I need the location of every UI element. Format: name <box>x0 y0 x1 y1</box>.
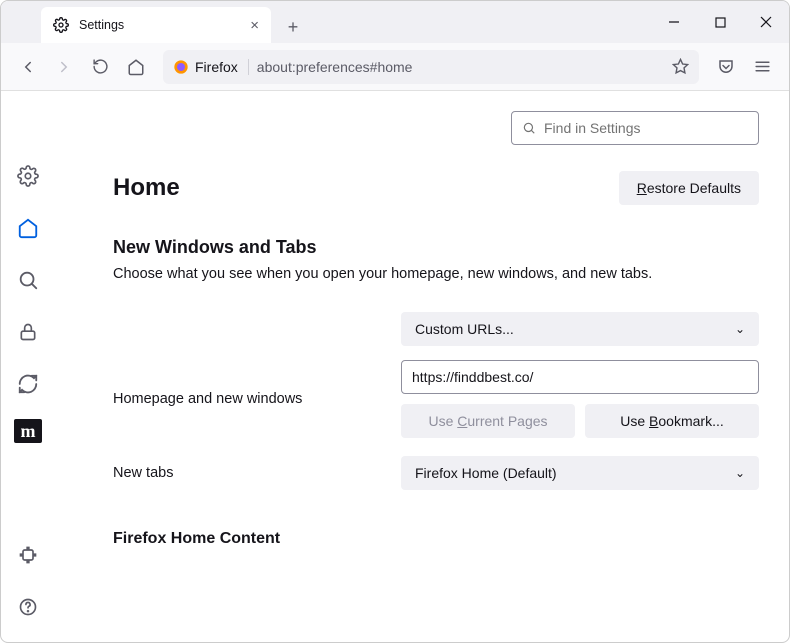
page-title: Home <box>113 174 180 202</box>
firefox-home-content-heading: Firefox Home Content <box>113 530 759 548</box>
homepage-url-input[interactable] <box>401 360 759 394</box>
minimize-button[interactable] <box>651 1 697 43</box>
new-tab-button[interactable]: + <box>277 11 309 43</box>
newtabs-label: New tabs <box>113 465 401 481</box>
sidebar-home[interactable] <box>11 211 45 245</box>
close-tab-icon[interactable]: × <box>250 17 259 34</box>
search-placeholder: Find in Settings <box>544 120 641 136</box>
select-value: Firefox Home (Default) <box>415 465 557 481</box>
close-window-button[interactable] <box>743 1 789 43</box>
sidebar-privacy[interactable] <box>11 315 45 349</box>
navigation-toolbar: Firefox about:preferences#home <box>1 43 789 91</box>
maximize-button[interactable] <box>697 1 743 43</box>
tab-strip: Settings × + <box>1 1 789 43</box>
home-button[interactable] <box>119 50 153 84</box>
chevron-down-icon: ⌄ <box>735 466 745 480</box>
homepage-windows-label: Homepage and new windows <box>113 391 401 407</box>
newtabs-select[interactable]: Firefox Home (Default) ⌄ <box>401 456 759 490</box>
identity-label: Firefox <box>195 59 238 75</box>
browser-tab[interactable]: Settings × <box>41 7 271 43</box>
site-identity[interactable]: Firefox <box>173 59 249 75</box>
reload-button[interactable] <box>83 50 117 84</box>
save-to-pocket-button[interactable] <box>709 50 743 84</box>
sidebar-more-mozilla[interactable]: m <box>14 419 42 443</box>
chevron-down-icon: ⌄ <box>735 322 745 336</box>
settings-sidebar: m <box>1 91 55 642</box>
select-value: Custom URLs... <box>415 321 514 337</box>
app-menu-button[interactable] <box>745 50 779 84</box>
settings-main: Find in Settings Home Restore Defaults N… <box>55 91 789 642</box>
use-bookmark-button[interactable]: Use Bookmark... <box>585 404 759 438</box>
search-icon <box>522 121 536 135</box>
url-text: about:preferences#home <box>257 59 664 75</box>
url-bar[interactable]: Firefox about:preferences#home <box>163 50 699 84</box>
gear-icon <box>53 17 69 33</box>
sidebar-general[interactable] <box>11 159 45 193</box>
tab-title: Settings <box>79 18 124 32</box>
section-description: Choose what you see when you open your h… <box>113 266 759 282</box>
bookmark-star-icon[interactable] <box>672 58 689 75</box>
find-in-settings[interactable]: Find in Settings <box>511 111 759 145</box>
sidebar-extensions[interactable] <box>11 538 45 572</box>
use-current-pages-button[interactable]: Use Current Pages <box>401 404 575 438</box>
homepage-mode-select[interactable]: Custom URLs... ⌄ <box>401 312 759 346</box>
forward-button[interactable] <box>47 50 81 84</box>
restore-defaults-button[interactable]: Restore Defaults <box>619 171 759 205</box>
section-heading: New Windows and Tabs <box>113 237 759 258</box>
sidebar-search[interactable] <box>11 263 45 297</box>
sidebar-sync[interactable] <box>11 367 45 401</box>
firefox-icon <box>173 59 189 75</box>
sidebar-help[interactable] <box>11 590 45 624</box>
back-button[interactable] <box>11 50 45 84</box>
